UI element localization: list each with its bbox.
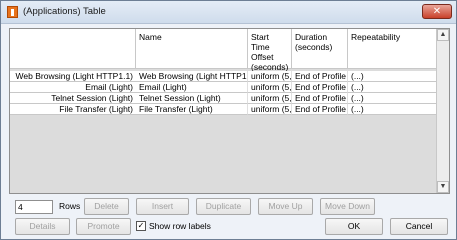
table-cell-duration[interactable]: End of Profile: [292, 71, 348, 82]
scroll-up-icon[interactable]: ▲: [437, 29, 449, 41]
cancel-button[interactable]: Cancel: [390, 218, 448, 235]
title-bar: (Applications) Table ✕: [1, 1, 456, 24]
rows-count-input[interactable]: 4: [15, 200, 53, 214]
insert-button[interactable]: Insert: [136, 198, 189, 215]
move-down-button[interactable]: Move Down: [320, 198, 375, 215]
row-label[interactable]: Web Browsing (Light HTTP1.1): [10, 71, 136, 82]
close-button[interactable]: ✕: [422, 4, 452, 19]
window-title: (Applications) Table: [23, 6, 106, 17]
applications-grid: Name Start Time Offset (seconds) Duratio…: [9, 28, 450, 194]
table-cell-duration[interactable]: End of Profile: [292, 104, 348, 115]
show-row-labels-label[interactable]: Show row labels: [149, 221, 211, 231]
details-button[interactable]: Details: [15, 218, 70, 235]
scroll-down-icon[interactable]: ▼: [437, 181, 449, 193]
row-label[interactable]: Telnet Session (Light): [10, 93, 136, 104]
row-label[interactable]: File Transfer (Light): [10, 104, 136, 115]
table-cell-name[interactable]: Email (Light): [136, 82, 248, 93]
table-cell-repeatability[interactable]: (...): [348, 71, 438, 82]
promote-button[interactable]: Promote: [76, 218, 131, 235]
table-cell-start-time[interactable]: uniform (5,10): [248, 93, 292, 104]
table-cell-duration[interactable]: End of Profile: [292, 82, 348, 93]
vertical-scrollbar[interactable]: ▲ ▼: [436, 29, 449, 193]
column-header-name[interactable]: Name: [136, 29, 248, 69]
show-row-labels-checkbox[interactable]: ✓: [136, 221, 146, 231]
table-cell-start-time[interactable]: uniform (5,10): [248, 104, 292, 115]
table-cell-name[interactable]: File Transfer (Light): [136, 104, 248, 115]
column-header-repeatability[interactable]: Repeatability: [348, 29, 438, 69]
duplicate-button[interactable]: Duplicate: [196, 198, 251, 215]
table-cell-start-time[interactable]: uniform (5,10): [248, 71, 292, 82]
table-cell-repeatability[interactable]: (...): [348, 82, 438, 93]
rows-label: Rows: [59, 201, 81, 211]
table-cell-duration[interactable]: End of Profile: [292, 93, 348, 104]
ok-button[interactable]: OK: [325, 218, 383, 235]
table-cell-start-time[interactable]: uniform (5,10): [248, 82, 292, 93]
move-up-button[interactable]: Move Up: [258, 198, 313, 215]
app-icon: [7, 6, 18, 18]
applications-table-window: (Applications) Table ✕ Name Start Time O…: [0, 0, 457, 240]
table-cell-repeatability[interactable]: (...): [348, 93, 438, 104]
table-cell-name[interactable]: Telnet Session (Light): [136, 93, 248, 104]
delete-button[interactable]: Delete: [84, 198, 129, 215]
row-label[interactable]: Email (Light): [10, 82, 136, 93]
corner-header: [10, 29, 136, 69]
table-cell-repeatability[interactable]: (...): [348, 104, 438, 115]
column-header-start-time[interactable]: Start Time Offset (seconds): [248, 29, 292, 72]
column-header-duration[interactable]: Duration (seconds): [292, 29, 348, 69]
table-cell-name[interactable]: Web Browsing (Light HTTP1.1): [136, 71, 248, 82]
